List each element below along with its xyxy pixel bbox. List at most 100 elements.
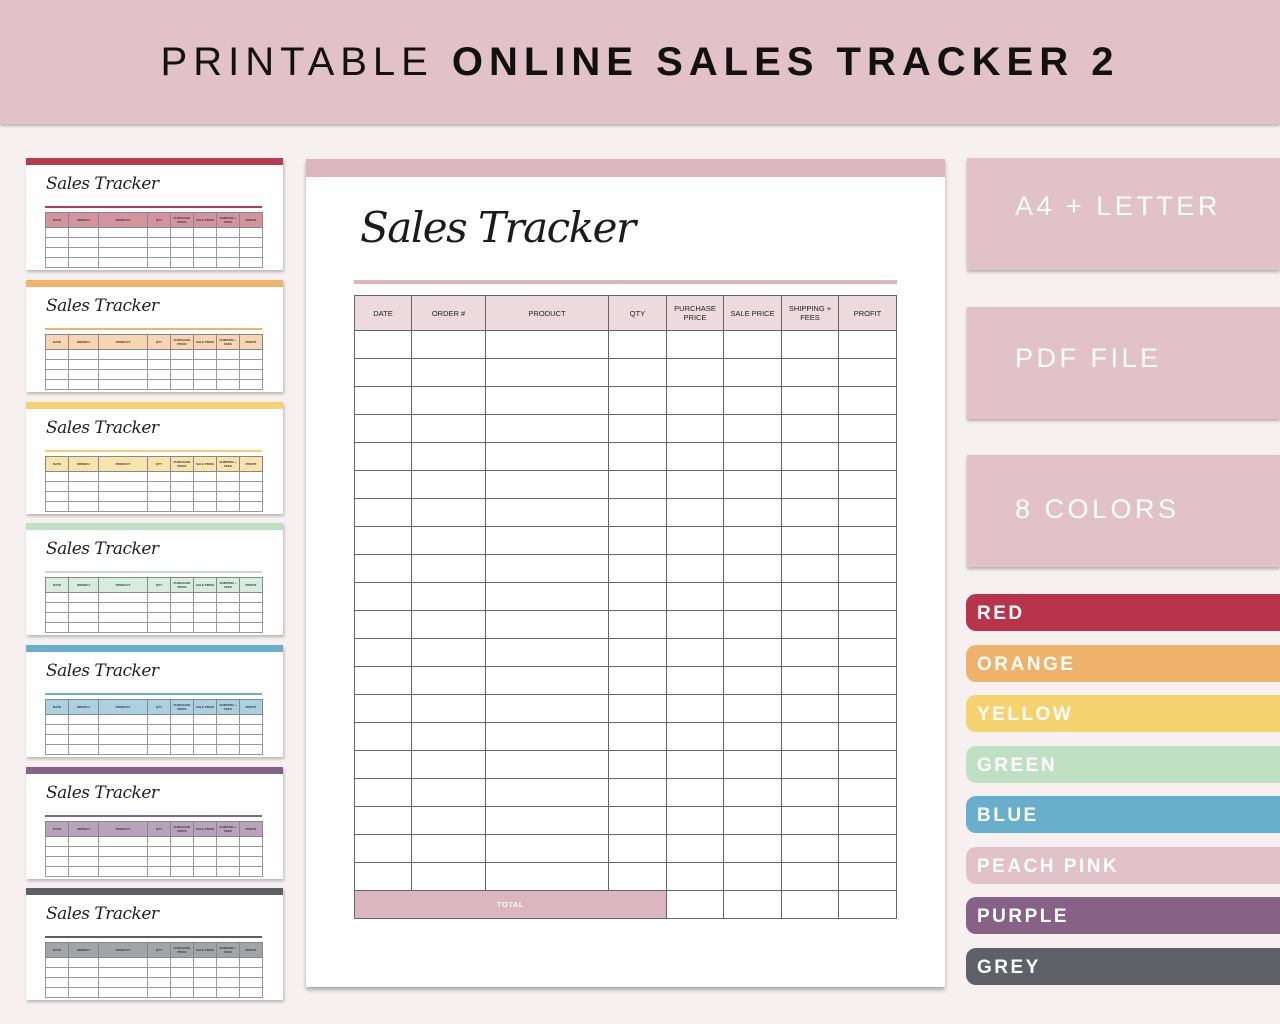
table-cell[interactable] [354, 750, 412, 779]
table-cell[interactable] [723, 526, 782, 555]
table-cell[interactable] [723, 834, 782, 863]
table-cell[interactable] [485, 526, 609, 555]
table-cell[interactable] [723, 694, 782, 723]
table-cell[interactable] [485, 638, 609, 667]
table-cell[interactable] [485, 610, 609, 639]
table-cell[interactable] [838, 778, 897, 807]
color-swatch-yellow[interactable]: YELLOW [966, 695, 1280, 732]
table-cell[interactable] [411, 862, 486, 891]
table-cell[interactable] [354, 722, 412, 751]
table-cell[interactable] [781, 526, 839, 555]
table-cell[interactable] [781, 414, 839, 443]
table-cell[interactable] [608, 582, 667, 611]
preview-card-orange[interactable]: Sales Tracker DATE ORDER # PRODUCT QTY PURCHA… [26, 280, 283, 392]
table-cell[interactable] [723, 582, 782, 611]
table-cell[interactable] [838, 806, 897, 835]
preview-card-blue[interactable]: Sales Tracker DATE ORDER # PRODUCT QTY PURCHA… [26, 645, 283, 757]
table-cell[interactable] [666, 638, 724, 667]
table-cell[interactable] [781, 806, 839, 835]
table-cell[interactable] [781, 442, 839, 471]
table-cell[interactable] [781, 330, 839, 359]
table-cell[interactable] [723, 638, 782, 667]
table-cell[interactable] [411, 526, 486, 555]
table-cell[interactable] [723, 358, 782, 387]
table-cell[interactable] [354, 414, 412, 443]
table-cell[interactable] [838, 442, 897, 471]
table-cell[interactable] [411, 414, 486, 443]
table-cell[interactable] [354, 470, 412, 499]
table-cell[interactable] [666, 358, 724, 387]
table-cell[interactable] [485, 442, 609, 471]
table-cell[interactable] [666, 778, 724, 807]
table-cell[interactable] [354, 778, 412, 807]
table-cell[interactable] [723, 722, 782, 751]
table-cell[interactable] [723, 806, 782, 835]
table-cell[interactable] [354, 834, 412, 863]
table-cell[interactable] [485, 498, 609, 527]
table-cell[interactable] [723, 442, 782, 471]
table-cell[interactable] [666, 498, 724, 527]
color-swatch-red[interactable]: RED [966, 594, 1280, 631]
table-cell[interactable] [838, 470, 897, 499]
table-cell[interactable] [354, 666, 412, 695]
table-cell[interactable] [485, 470, 609, 499]
table-cell[interactable] [354, 358, 412, 387]
table-cell[interactable] [781, 470, 839, 499]
table-cell[interactable] [666, 610, 724, 639]
table-cell[interactable] [411, 498, 486, 527]
table-cell[interactable] [354, 498, 412, 527]
table-cell[interactable] [411, 554, 486, 583]
table-cell[interactable] [608, 806, 667, 835]
table-cell[interactable] [666, 862, 724, 891]
table-cell[interactable] [838, 610, 897, 639]
table-cell[interactable] [608, 666, 667, 695]
color-swatch-orange[interactable]: ORANGE [966, 645, 1280, 682]
table-cell[interactable] [781, 610, 839, 639]
table-cell[interactable] [485, 778, 609, 807]
table-cell[interactable] [666, 442, 724, 471]
table-cell[interactable] [354, 638, 412, 667]
table-cell[interactable] [411, 694, 486, 723]
table-cell[interactable] [608, 638, 667, 667]
table-cell[interactable] [411, 582, 486, 611]
table-cell[interactable] [354, 862, 412, 891]
table-cell[interactable] [485, 806, 609, 835]
table-cell[interactable] [838, 666, 897, 695]
table-cell[interactable] [608, 750, 667, 779]
table-cell[interactable] [608, 330, 667, 359]
table-cell[interactable] [666, 330, 724, 359]
table-cell[interactable] [723, 498, 782, 527]
total-cell[interactable] [781, 890, 839, 919]
table-cell[interactable] [608, 694, 667, 723]
table-cell[interactable] [485, 862, 609, 891]
table-cell[interactable] [485, 386, 609, 415]
total-cell[interactable] [723, 890, 782, 919]
table-cell[interactable] [485, 834, 609, 863]
table-cell[interactable] [411, 834, 486, 863]
table-cell[interactable] [838, 694, 897, 723]
table-cell[interactable] [723, 778, 782, 807]
table-cell[interactable] [666, 582, 724, 611]
table-cell[interactable] [608, 470, 667, 499]
table-cell[interactable] [666, 666, 724, 695]
total-cell[interactable] [838, 890, 897, 919]
table-cell[interactable] [354, 806, 412, 835]
table-cell[interactable] [485, 358, 609, 387]
table-cell[interactable] [411, 750, 486, 779]
table-cell[interactable] [354, 694, 412, 723]
table-cell[interactable] [781, 694, 839, 723]
table-cell[interactable] [723, 554, 782, 583]
preview-card-purple[interactable]: Sales Tracker DATE ORDER # PRODUCT QTY PURCHA… [26, 767, 283, 879]
table-cell[interactable] [354, 610, 412, 639]
table-cell[interactable] [411, 358, 486, 387]
table-cell[interactable] [608, 386, 667, 415]
table-cell[interactable] [666, 834, 724, 863]
preview-card-red[interactable]: Sales Tracker DATE ORDER # PRODUCT QTY PURCHA… [26, 158, 283, 270]
table-cell[interactable] [608, 722, 667, 751]
table-cell[interactable] [666, 470, 724, 499]
table-cell[interactable] [781, 778, 839, 807]
table-cell[interactable] [781, 386, 839, 415]
table-cell[interactable] [781, 582, 839, 611]
table-cell[interactable] [608, 526, 667, 555]
table-cell[interactable] [485, 554, 609, 583]
